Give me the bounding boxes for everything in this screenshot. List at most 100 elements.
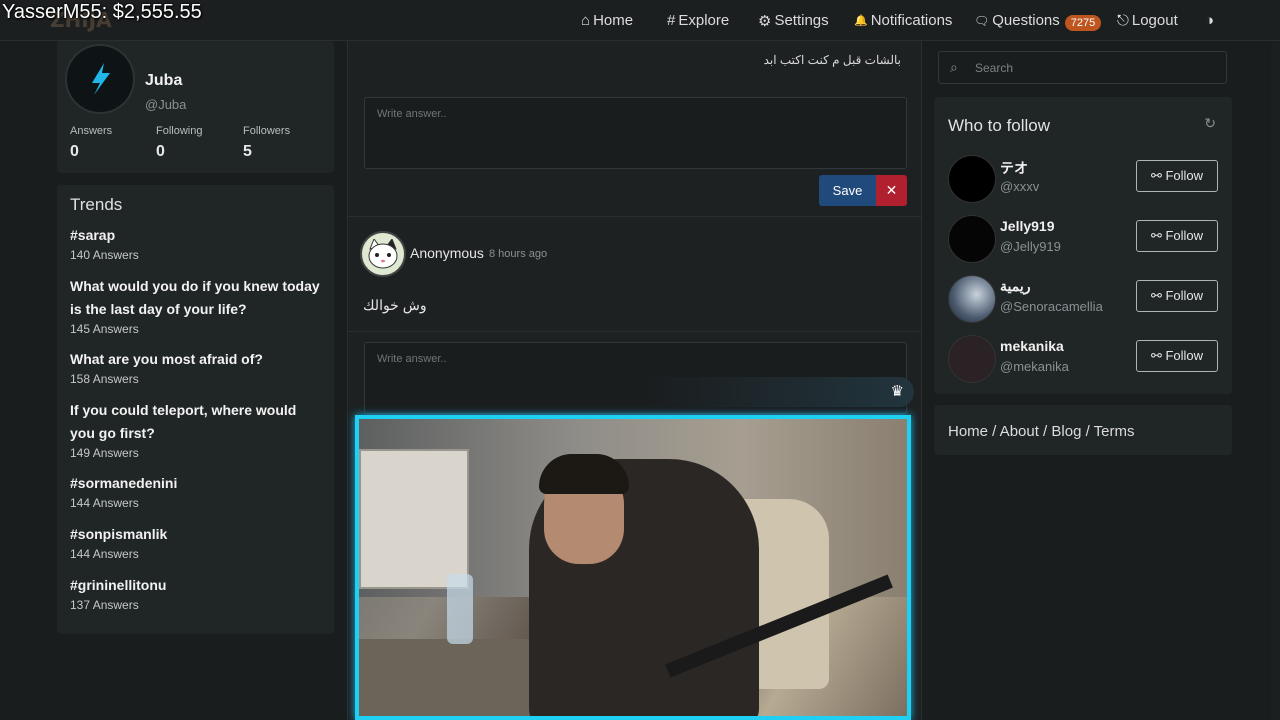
user-plus-icon: ⚯ xyxy=(1150,288,1166,303)
stat-answers-label: Answers xyxy=(70,125,113,137)
webcam-overlay xyxy=(355,415,911,720)
stream-overlay-bar: ♛ xyxy=(644,377,914,407)
stat-answers-value: 0 xyxy=(70,143,79,160)
user-plus-icon: ⚯ xyxy=(1150,228,1166,243)
avatar[interactable] xyxy=(948,335,996,383)
nav-home[interactable]: ⌂ Home xyxy=(581,0,633,41)
follow-button[interactable]: ⚯ Follow xyxy=(1136,160,1218,192)
trend-title[interactable]: What are you most afraid of? xyxy=(70,348,325,371)
anonymous-avatar[interactable] xyxy=(360,231,406,277)
trend-title[interactable]: #sormanedenini xyxy=(70,472,325,495)
trend-title[interactable]: If you could teleport, where would you g… xyxy=(70,399,325,445)
nav-notifications-label: Notifications xyxy=(870,12,953,29)
suggestion-name[interactable]: mekanika xyxy=(1000,338,1064,354)
follow-suggestion: mekanika @mekanika ⚯ Follow xyxy=(948,335,1218,385)
follow-suggestion: テオ @xxxv ⚯ Follow xyxy=(948,155,1218,205)
follow-button[interactable]: ⚯ Follow xyxy=(1136,220,1218,252)
nav-settings[interactable]: ⚙ Settings xyxy=(758,0,829,41)
avatar[interactable] xyxy=(948,215,996,263)
search-box[interactable]: ⌕ xyxy=(938,51,1227,84)
trend-item[interactable]: #sormanedenini 144 Answers xyxy=(70,472,325,510)
trends-card: Trends #sarap 140 Answers What would you… xyxy=(57,185,334,634)
logout-icon: ⎋ xyxy=(1117,12,1129,29)
trend-item[interactable]: What are you most afraid of? 158 Answers xyxy=(70,348,325,386)
nav-notifications[interactable]: 🔔 Notifications xyxy=(854,0,952,41)
nav-explore[interactable]: # Explore xyxy=(667,0,729,41)
page-scrollbar[interactable] xyxy=(1271,41,1280,720)
follow-label: Follow xyxy=(1165,168,1204,183)
trend-item[interactable]: #sonpismanlik 144 Answers xyxy=(70,523,325,561)
stat-answers[interactable]: Answers 0 xyxy=(70,125,112,161)
contrast-icon: ◑ xyxy=(1205,12,1215,29)
profile-name[interactable]: Juba xyxy=(145,72,182,90)
divider xyxy=(348,331,921,332)
stat-following[interactable]: Following 0 xyxy=(156,125,202,161)
theme-toggle[interactable]: ◑ xyxy=(1205,0,1214,41)
stream-overlay-text: YasserM55: $2,555.55 xyxy=(2,1,202,23)
trend-title[interactable]: What would you do if you knew today is t… xyxy=(70,275,325,321)
gear-icon: ⚙ xyxy=(758,12,772,30)
bell-icon: 🔔 xyxy=(854,15,868,27)
trend-count: 137 Answers xyxy=(70,598,139,612)
nav-logout[interactable]: ⎋ Logout xyxy=(1117,0,1178,41)
nav-settings-label: Settings xyxy=(774,12,829,29)
nav-questions-label: Questions xyxy=(992,12,1060,29)
profile-card: Juba @Juba Answers 0 Following 0 Followe… xyxy=(57,41,334,173)
search-icon: ⌕ xyxy=(950,59,958,75)
trend-title[interactable]: #sarap xyxy=(70,224,325,247)
nav-questions[interactable]: 🗨 Questions 7275 xyxy=(974,0,1102,41)
chat-icon: 🗨 xyxy=(974,13,990,28)
suggestion-handle: @mekanika xyxy=(1000,359,1069,374)
follow-button[interactable]: ⚯ Follow xyxy=(1136,280,1218,312)
cam-hair xyxy=(539,454,629,494)
who-to-follow-card: Who to follow ↻ テオ @xxxv ⚯ Follow Jelly9… xyxy=(934,97,1232,394)
trend-count: 144 Answers xyxy=(70,496,139,510)
divider xyxy=(348,216,921,217)
suggestion-name[interactable]: ريمية xyxy=(1000,278,1030,295)
trend-count: 144 Answers xyxy=(70,547,139,561)
follow-suggestion: Jelly919 @Jelly919 ⚯ Follow xyxy=(948,215,1218,265)
follow-suggestion: ريمية @Senoracamellia ⚯ Follow xyxy=(948,275,1218,325)
follow-label: Follow xyxy=(1165,228,1204,243)
stat-followers[interactable]: Followers 5 xyxy=(243,125,290,161)
who-to-follow-title: Who to follow xyxy=(948,116,1051,135)
trend-item[interactable]: #sarap 140 Answers xyxy=(70,224,325,262)
avatar[interactable] xyxy=(65,44,135,114)
user-plus-icon: ⚯ xyxy=(1150,348,1166,363)
trend-item[interactable]: If you could teleport, where would you g… xyxy=(70,399,325,460)
save-button[interactable]: Save xyxy=(819,175,876,206)
answer-textarea[interactable] xyxy=(365,98,906,168)
nav-logout-label: Logout xyxy=(1131,12,1178,29)
close-icon: ✕ xyxy=(885,182,898,198)
trend-item[interactable]: #grininellitonu 137 Answers xyxy=(70,574,325,612)
trend-count: 145 Answers xyxy=(70,322,139,336)
refresh-icon[interactable]: ↻ xyxy=(1204,115,1216,132)
search-input[interactable] xyxy=(975,52,1215,83)
footer-links[interactable]: Home / About / Blog / Terms xyxy=(948,423,1134,440)
suggestion-handle: @Jelly919 xyxy=(1000,239,1061,254)
avatar[interactable] xyxy=(948,275,996,323)
follow-label: Follow xyxy=(1165,348,1204,363)
home-icon: ⌂ xyxy=(581,12,591,29)
suggestion-name[interactable]: テオ xyxy=(1000,158,1028,178)
avatar[interactable] xyxy=(948,155,996,203)
stat-following-value: 0 xyxy=(156,143,165,160)
post-author[interactable]: Anonymous xyxy=(410,245,484,261)
suggestion-handle: @xxxv xyxy=(1000,179,1040,194)
answer-field[interactable] xyxy=(364,97,907,169)
post-timestamp[interactable]: 8 hours ago xyxy=(489,248,547,260)
follow-button[interactable]: ⚯ Follow xyxy=(1136,340,1218,372)
lightning-logo-icon xyxy=(92,63,110,95)
stat-followers-value: 5 xyxy=(243,143,252,160)
trend-title[interactable]: #grininellitonu xyxy=(70,574,325,597)
trend-item[interactable]: What would you do if you knew today is t… xyxy=(70,275,325,336)
cat-face-icon xyxy=(368,239,398,269)
suggestion-name[interactable]: Jelly919 xyxy=(1000,218,1055,234)
post-message: وش خوالك xyxy=(363,297,427,313)
cancel-button[interactable]: ✕ xyxy=(876,175,907,206)
previous-question-text: بالشات قبل م كنت اكتب ابد xyxy=(763,53,901,67)
hash-icon: # xyxy=(667,12,676,29)
trend-title[interactable]: #sonpismanlik xyxy=(70,523,325,546)
stat-followers-label: Followers xyxy=(243,125,291,137)
trend-count: 158 Answers xyxy=(70,372,139,386)
